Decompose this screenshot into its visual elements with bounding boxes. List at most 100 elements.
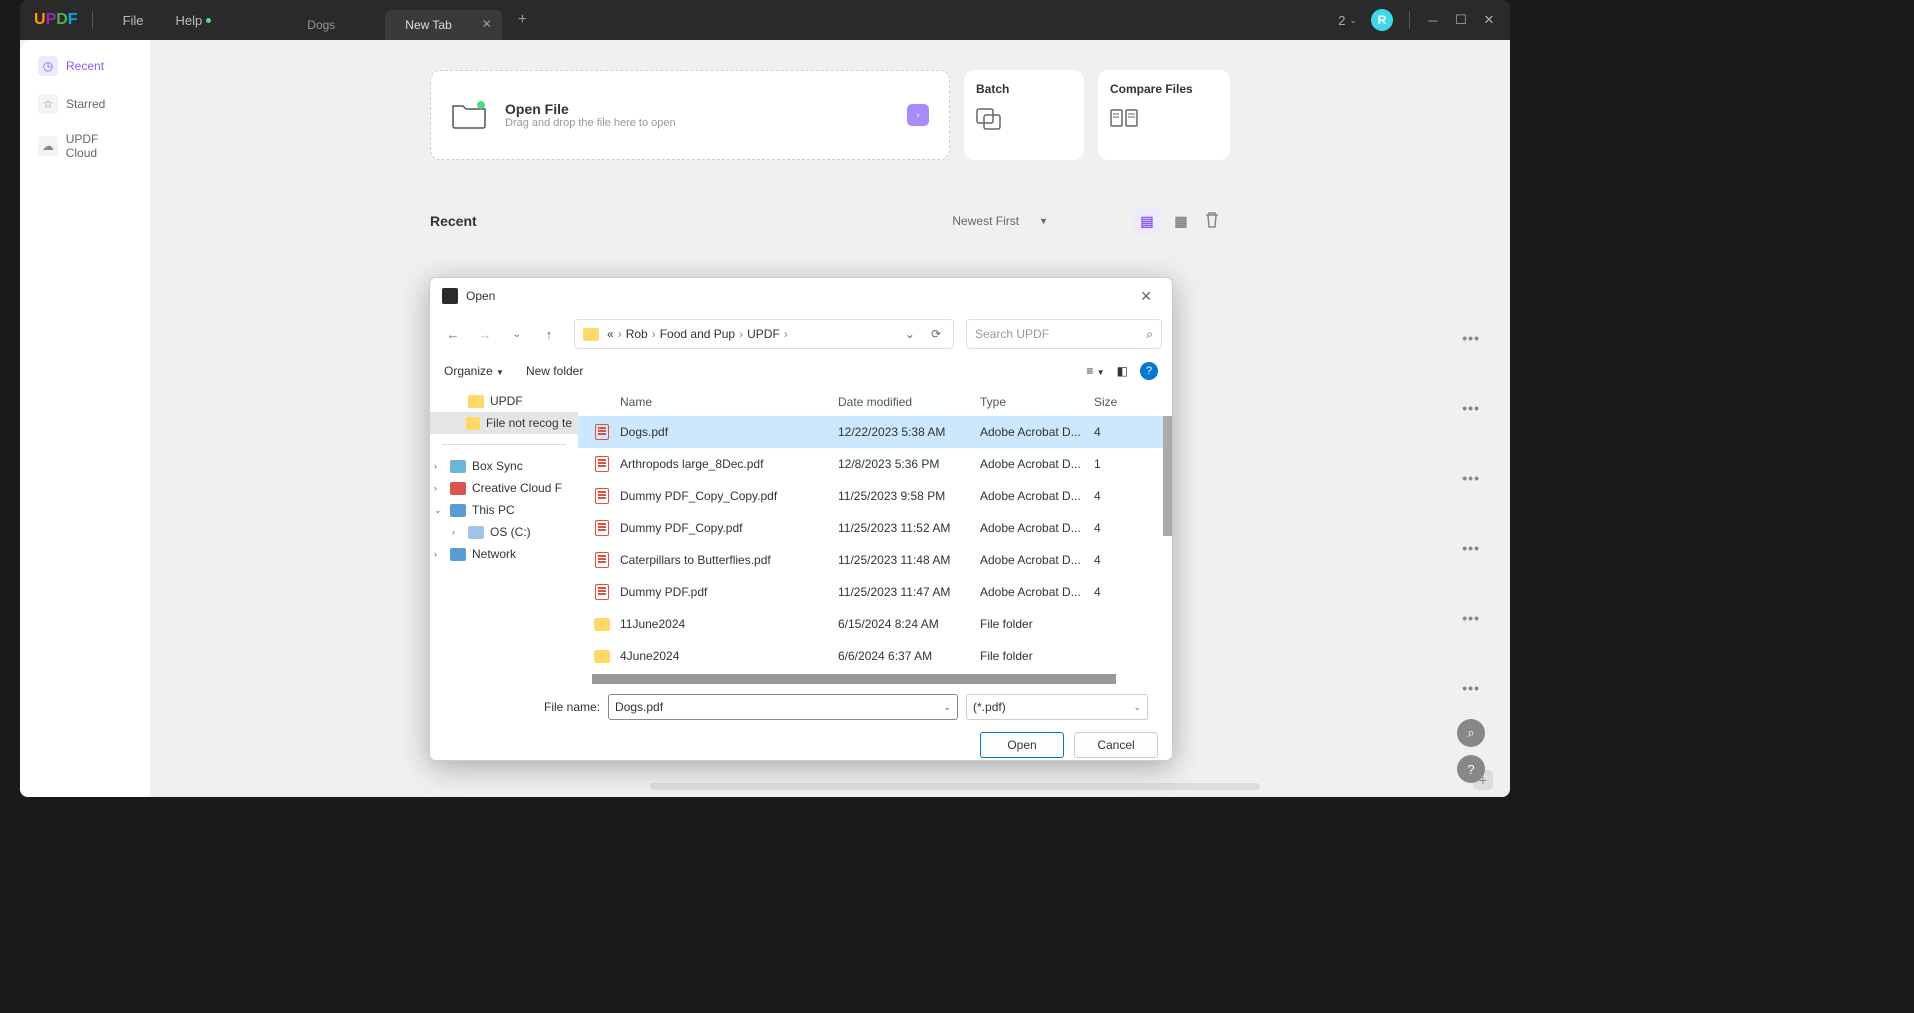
notif-count[interactable]: 2 ⌄: [1338, 13, 1357, 28]
tab-close-icon[interactable]: ✕: [482, 17, 492, 31]
tree-item[interactable]: ›Box Sync: [430, 455, 578, 477]
more-icon[interactable]: •••: [1462, 470, 1480, 486]
breadcrumb-segment[interactable]: «: [607, 327, 614, 341]
breadcrumb-segment[interactable]: Food and Pup: [660, 327, 735, 341]
sidebar-item[interactable]: ◷Recent: [30, 50, 140, 82]
tab[interactable]: New Tab✕: [385, 10, 501, 40]
dialog-close-button[interactable]: ✕: [1132, 284, 1160, 309]
separator: [1409, 11, 1410, 29]
tree-item[interactable]: ›Creative Cloud F: [430, 477, 578, 499]
tab[interactable]: Dogs: [287, 10, 385, 40]
more-icon[interactable]: •••: [1462, 540, 1480, 556]
titlebar-right: 2 ⌄ R ─ ☐ ✕: [1338, 9, 1510, 31]
search-input[interactable]: Search UPDF ⌕: [966, 319, 1162, 349]
menu-help[interactable]: Help: [160, 13, 228, 28]
more-icon[interactable]: •••: [1462, 680, 1480, 696]
scrollbar[interactable]: [650, 783, 1260, 790]
avatar[interactable]: R: [1371, 9, 1393, 31]
file-size: 4: [1094, 521, 1134, 535]
open-arrow-icon: ›: [907, 104, 929, 126]
file-row[interactable]: Arthropods large_8Dec.pdf 12/8/2023 5:36 …: [578, 448, 1172, 480]
breadcrumb-segment[interactable]: Rob: [626, 327, 648, 341]
cancel-button[interactable]: Cancel: [1074, 732, 1158, 758]
tree-item[interactable]: ⌄This PC: [430, 499, 578, 521]
file-row[interactable]: Dummy PDF_Copy_Copy.pdf11/25/2023 9:58 P…: [578, 480, 1172, 512]
close-button[interactable]: ✕: [1482, 13, 1496, 27]
tree-item[interactable]: File not recog te: [430, 412, 578, 434]
preview-pane-button[interactable]: ◧: [1117, 364, 1128, 378]
file-row[interactable]: Caterpillars to Butterflies.pdf11/25/202…: [578, 544, 1172, 576]
more-icon[interactable]: •••: [1462, 400, 1480, 416]
col-name[interactable]: Name: [592, 395, 838, 409]
tree-item[interactable]: UPDF: [430, 390, 578, 412]
new-tab-button[interactable]: +: [510, 7, 535, 33]
dialog-icon: [442, 288, 458, 304]
chevron-right-icon: ›: [739, 327, 743, 341]
view-mode-button[interactable]: ≡ ▼: [1086, 364, 1104, 378]
file-name: Arthropods large_8Dec.pdf: [620, 457, 763, 471]
refresh-icon[interactable]: ⟳: [931, 327, 941, 341]
col-date[interactable]: Date modified: [838, 395, 980, 409]
up-button[interactable]: ↑: [536, 321, 562, 347]
chevron-icon[interactable]: ›: [434, 549, 444, 559]
chevron-icon[interactable]: ⌄: [434, 505, 444, 516]
tree-item[interactable]: ›OS (C:): [430, 521, 578, 543]
breadcrumb-segment[interactable]: UPDF: [747, 327, 780, 341]
forward-button[interactable]: →: [472, 321, 498, 347]
titlebar: UPDF File Help DogsNew Tab✕ + 2 ⌄ R ─ ☐ …: [20, 0, 1510, 40]
tree-item[interactable]: ›Network: [430, 543, 578, 565]
file-row[interactable]: 4June20246/6/2024 6:37 AMFile folder: [578, 640, 1172, 672]
sidebar-item[interactable]: ☆Starred: [30, 88, 140, 120]
batch-card[interactable]: Batch: [964, 70, 1084, 160]
filetype-select[interactable]: (*.pdf)⌄: [966, 694, 1148, 720]
organize-button[interactable]: Organize ▼: [444, 364, 504, 378]
file-type: Adobe Acrobat D...: [980, 489, 1094, 503]
chevron-icon[interactable]: ›: [434, 461, 444, 471]
help-icon[interactable]: ?: [1140, 362, 1158, 380]
file-type: Adobe Acrobat D...: [980, 425, 1094, 439]
horizontal-scrollbar[interactable]: [592, 674, 1116, 684]
filename-label: File name:: [544, 700, 600, 714]
file-row[interactable]: 11June20246/15/2024 8:24 AMFile folder: [578, 608, 1172, 640]
file-row[interactable]: Dogs.pdf12/22/2023 5:38 AMAdobe Acrobat …: [578, 416, 1172, 448]
help-fab[interactable]: ?: [1457, 755, 1485, 783]
file-name: 4June2024: [620, 649, 679, 663]
open-file-title: Open File: [505, 101, 676, 117]
file-size: 4: [1094, 489, 1134, 503]
sort-select[interactable]: Newest First▼: [952, 214, 1048, 228]
trash-button[interactable]: [1204, 211, 1220, 232]
tree-label: File not recog te: [486, 416, 572, 430]
view-grid-button[interactable]: ▦: [1168, 208, 1194, 234]
folder-icon: [450, 504, 466, 517]
menu-file[interactable]: File: [107, 13, 160, 28]
new-folder-button[interactable]: New folder: [526, 364, 583, 378]
file-type: Adobe Acrobat D...: [980, 585, 1094, 599]
chevron-down-icon[interactable]: ⌄: [905, 327, 915, 341]
file-name: Dummy PDF.pdf: [620, 585, 707, 599]
file-row[interactable]: Dummy PDF_Copy.pdf11/25/2023 11:52 AMAdo…: [578, 512, 1172, 544]
file-date: 12/8/2023 5:36 PM: [838, 457, 980, 471]
recent-dropdown[interactable]: ⌄: [504, 321, 530, 347]
compare-card[interactable]: Compare Files: [1098, 70, 1230, 160]
more-icon[interactable]: •••: [1462, 610, 1480, 626]
chevron-icon[interactable]: ›: [434, 483, 444, 493]
filename-input[interactable]: Dogs.pdf⌄: [608, 694, 958, 720]
maximize-button[interactable]: ☐: [1454, 13, 1468, 27]
col-size[interactable]: Size: [1094, 395, 1134, 409]
chevron-icon[interactable]: ›: [452, 527, 462, 537]
file-type: File folder: [980, 617, 1094, 631]
open-button[interactable]: Open: [980, 732, 1064, 758]
vertical-scrollbar[interactable]: [1163, 416, 1172, 536]
search-fab[interactable]: ⌕: [1457, 719, 1485, 747]
col-type[interactable]: Type: [980, 395, 1094, 409]
breadcrumb[interactable]: «›Rob›Food and Pup›UPDF›⌄⟳: [574, 319, 954, 349]
open-file-card[interactable]: Open File Drag and drop the file here to…: [430, 70, 950, 160]
more-icon[interactable]: •••: [1462, 330, 1480, 346]
view-list-button[interactable]: ▤: [1134, 208, 1160, 234]
back-button[interactable]: ←: [440, 321, 466, 347]
minimize-button[interactable]: ─: [1426, 13, 1440, 27]
sidebar-item[interactable]: ☁UPDF Cloud: [30, 126, 140, 166]
pdf-icon: [595, 424, 609, 440]
file-row[interactable]: Dummy PDF.pdf11/25/2023 11:47 AMAdobe Ac…: [578, 576, 1172, 608]
pdf-icon: [595, 488, 609, 504]
